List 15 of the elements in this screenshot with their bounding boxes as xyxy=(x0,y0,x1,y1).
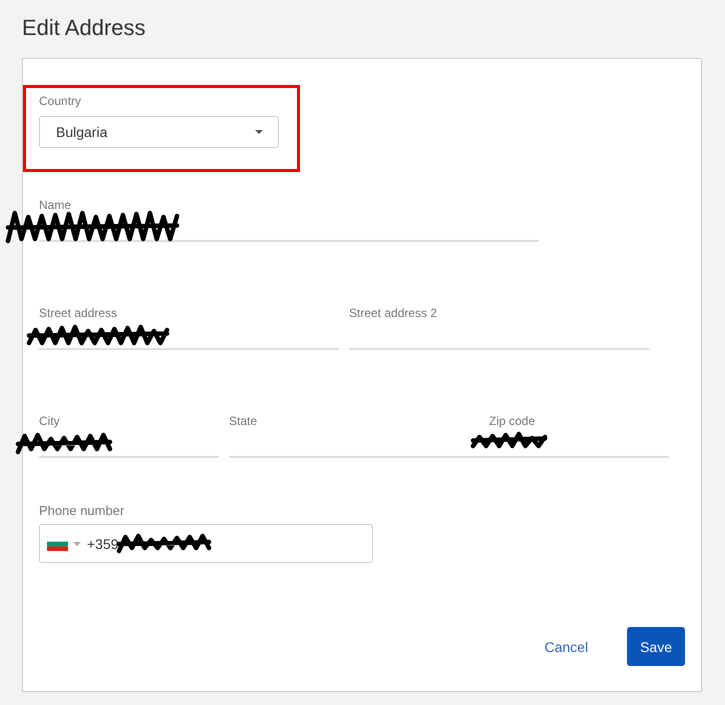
field-label: Name xyxy=(39,197,72,213)
field-label: Street address xyxy=(39,305,118,321)
page-title: Edit Address xyxy=(21,14,147,41)
flag-icon xyxy=(47,536,68,550)
field-label: Country xyxy=(39,93,82,109)
phone-field[interactable]: +359 xyxy=(39,524,373,563)
field-label: Street address 2 xyxy=(349,305,438,321)
field-label: City xyxy=(39,413,61,429)
country-select[interactable]: Bulgaria xyxy=(39,116,279,148)
save-button[interactable]: Save xyxy=(627,627,685,666)
cancel-button[interactable]: Cancel xyxy=(544,638,588,654)
field-label: Zip code xyxy=(488,413,536,429)
field-label: State xyxy=(229,413,258,429)
caret-icon xyxy=(255,130,263,134)
field-label: Phone number xyxy=(39,503,126,519)
